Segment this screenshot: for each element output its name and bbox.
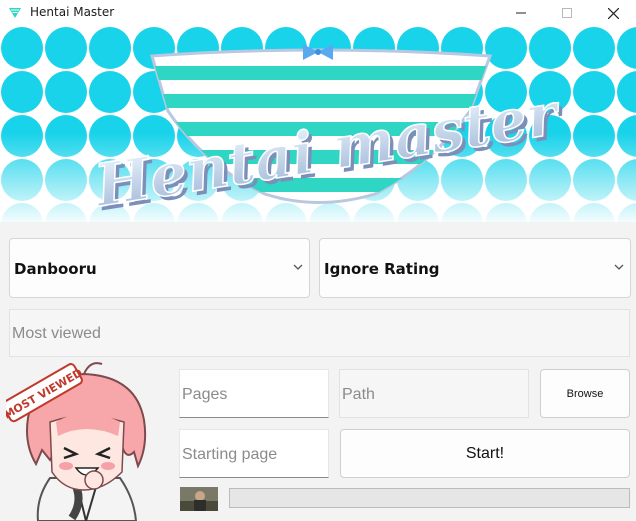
app-icon [9,8,21,18]
start-button[interactable]: Start! [340,429,630,478]
banner-art: Hentai master Hentai master [0,26,636,222]
chevron-down-icon [293,264,303,270]
sort-field[interactable]: Most viewed [9,309,630,357]
pages-field-placeholder: Pages [182,386,228,403]
browse-button-label: Browse [566,387,604,400]
source-select[interactable]: Danbooru [9,238,310,298]
path-field[interactable]: Path [339,369,529,418]
chevron-down-icon [614,264,624,270]
maximize-icon [562,8,572,18]
sort-field-placeholder: Most viewed [12,325,101,342]
browse-button[interactable]: Browse [540,369,630,418]
maximize-button[interactable] [544,0,590,26]
path-field-placeholder: Path [342,386,375,403]
close-icon [607,7,619,19]
close-button[interactable] [590,0,636,26]
rating-select-value: Ignore Rating [324,260,440,278]
minimize-icon [516,12,526,14]
minimize-button[interactable] [498,0,544,26]
rating-select[interactable]: Ignore Rating [319,238,631,298]
start-button-label: Start! [465,444,505,462]
pages-field[interactable]: Pages [179,369,329,418]
window-title: Hentai Master [30,5,115,19]
source-select-value: Danbooru [14,260,97,278]
title-bar: Hentai Master [0,0,636,26]
header-banner: Hentai master Hentai master [0,26,636,222]
download-progress-bar [229,488,630,508]
preview-thumbnail [180,487,218,511]
mascot-image: MOST VIEWED [6,362,147,521]
starting-page-field-placeholder: Starting page [182,446,278,463]
preview-image [180,487,218,511]
starting-page-field[interactable]: Starting page [179,429,329,478]
